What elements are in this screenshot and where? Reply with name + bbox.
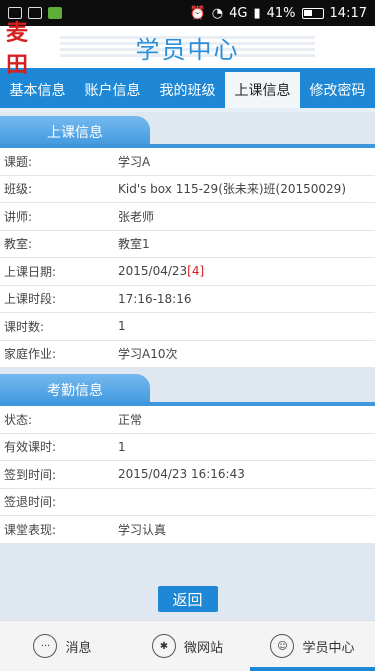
status-bar: ⏰ ◔ 4G ▮ 41% 14:17 (0, 0, 375, 26)
row-value: 学习A10次 (118, 347, 178, 362)
wifi-icon: ◔ (211, 5, 224, 21)
row-label: 课题: (4, 154, 33, 169)
class-date: 2015/04/23 (118, 264, 188, 279)
nav-label: 微网站 (183, 640, 223, 656)
app-header: 麦田 学员中心 (0, 20, 375, 78)
table-row: 上课日期: 2015/04/23[4] (0, 258, 375, 286)
nav-label: 学员中心 (302, 640, 355, 656)
tab-class-info[interactable]: 上课信息 (225, 72, 300, 108)
row-label: 签到时间: (4, 467, 57, 482)
row-label: 有效课时: (4, 440, 57, 455)
row-value: 2015/04/23 16:16:43 (118, 467, 245, 482)
lesson-number: [4] (187, 264, 205, 279)
system-icons: ⏰ ◔ 4G ▮ 41% 14:17 (190, 6, 367, 21)
row-value: Kid's box 115-29(张未来)班(20150029) (118, 182, 347, 197)
table-row: 讲师: 张老师 (0, 203, 375, 231)
row-value: 正常 (118, 412, 143, 427)
class-info-table: 课题: 学习A 班级: Kid's box 115-29(张未来)班(2015002… (0, 148, 375, 368)
row-label: 课堂表现: (4, 522, 57, 537)
row-value: 张老师 (118, 209, 155, 224)
table-row: 状态: 正常 (0, 406, 375, 434)
tab-change-password[interactable]: 修改密码 (300, 72, 375, 108)
row-value: 1 (118, 439, 126, 454)
table-row: 上课时段: 17:16-18:16 (0, 286, 375, 313)
table-row: 课题: 学习A (0, 148, 375, 176)
app-notification-icon (48, 7, 62, 19)
attendance-section-header: 考勤信息 (0, 374, 375, 406)
row-value: 教室1 (118, 237, 150, 252)
row-value: 学习A (118, 154, 151, 169)
nav-student-center[interactable]: ☺ 学员中心 (250, 621, 375, 671)
bottom-nav: ··· 消息 ✱ 微网站 ☺ 学员中心 (0, 620, 375, 671)
table-row: 教室: 教室1 (0, 231, 375, 258)
page-title: 学员中心 (135, 35, 240, 64)
row-label: 教室: (4, 237, 33, 252)
logo: 麦田 (6, 20, 29, 78)
nav-messages[interactable]: ··· 消息 (0, 621, 125, 671)
class-info-section-header: 上课信息 (0, 116, 375, 148)
return-button[interactable]: 返回 (157, 586, 218, 612)
row-label: 班级: (4, 182, 33, 197)
row-label: 上课日期: (4, 264, 57, 279)
table-row: 课堂表现: 学习认真 (0, 516, 375, 544)
network-type: 4G (229, 5, 248, 21)
battery-percent: 41% (266, 5, 296, 21)
table-row: 家庭作业: 学习A10次 (0, 341, 375, 368)
table-row: 课时数: 1 (0, 313, 375, 341)
row-label: 状态: (4, 412, 33, 427)
row-label: 上课时段: (4, 292, 57, 307)
row-label: 家庭作业: (4, 347, 57, 362)
attendance-table: 状态: 正常 有效课时: 1 签到时间: 2015/04/23 16:16:43 签退… (0, 406, 375, 544)
row-value: 1 (118, 319, 126, 334)
row-label: 签退时间: (4, 495, 57, 510)
network-icon: ✱ (151, 634, 176, 658)
tab-my-class[interactable]: 我的班级 (150, 72, 225, 108)
table-row: 签到时间: 2015/04/23 16:16:43 (0, 461, 375, 489)
table-row: 班级: Kid's box 115-29(张未来)班(20150029) (0, 176, 375, 203)
user-icon: ☺ (270, 634, 295, 658)
nav-microsite[interactable]: ✱ 微网站 (125, 621, 250, 671)
clock: 14:17 (329, 5, 367, 21)
table-row: 有效课时: 1 (0, 434, 375, 461)
signal-icon: ▮ (253, 5, 261, 21)
table-row: 签退时间: (0, 489, 375, 516)
nav-label: 消息 (65, 640, 92, 656)
tab-account-info[interactable]: 账户信息 (75, 72, 150, 108)
chat-icon: ··· (33, 634, 58, 658)
alarm-icon: ⏰ (189, 5, 206, 21)
row-value: 学习认真 (118, 522, 167, 537)
row-label: 讲师: (4, 209, 33, 224)
battery-icon (301, 7, 324, 19)
row-value: 2015/04/23[4] (118, 264, 204, 278)
tab-bar: 基本信息 账户信息 我的班级 上课信息 修改密码 (0, 68, 375, 112)
row-value: 17:16-18:16 (118, 291, 192, 306)
row-label: 课时数: (4, 319, 45, 334)
return-area: 返回 (0, 586, 375, 612)
